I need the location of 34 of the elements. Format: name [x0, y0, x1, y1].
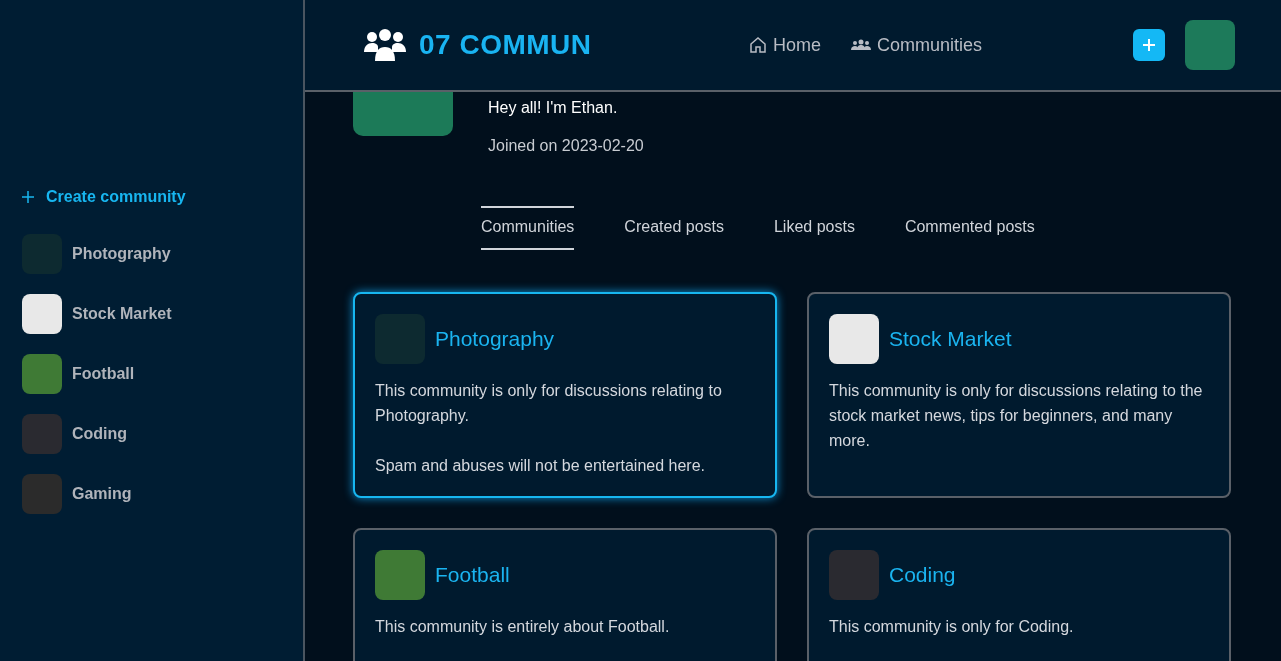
- create-community-link[interactable]: Create community: [22, 188, 303, 206]
- app-logo[interactable]: 07 COMMUN: [419, 29, 592, 61]
- community-description: This community is only for discussions relating to Photography.: [375, 381, 723, 426]
- community-card[interactable]: Photography This community is only for discussions relating to Photography. Spam and abuses will not be entertained here.: [353, 292, 777, 498]
- plus-icon: [1142, 38, 1156, 52]
- community-description: Spam and abuses will not be entertained here.: [375, 456, 706, 476]
- sidebar-item[interactable]: Coding: [22, 414, 303, 454]
- profile-bio: Hey all! I'm Ethan.: [488, 99, 619, 117]
- tab[interactable]: Commented posts: [904, 206, 1035, 250]
- joined-date: Joined on 2023-02-20: [488, 137, 644, 155]
- community-card[interactable]: Coding This community is only for Coding.: [807, 528, 1231, 661]
- community-title: Coding: [889, 563, 956, 587]
- community-card[interactable]: Football This community is entirely about Football.: [353, 528, 777, 661]
- home-icon: [749, 36, 767, 54]
- add-button[interactable]: [1133, 29, 1165, 61]
- sidebar-item[interactable]: Football: [22, 354, 303, 394]
- plus-icon: [22, 191, 34, 203]
- community-description: This community is only for discussions relating to the stock market news, tips for beginners, and many more.: [829, 381, 1204, 451]
- tab[interactable]: Communities: [481, 206, 575, 250]
- sidebar-item[interactable]: Photography: [22, 234, 303, 274]
- community-title: Football: [435, 563, 510, 587]
- community-description: This community is entirely about Football.: [375, 617, 671, 637]
- community-description: This community is only for Coding.: [829, 617, 1075, 637]
- nav-link[interactable]: Communities: [851, 34, 983, 56]
- sidebar-item[interactable]: Gaming: [22, 474, 303, 514]
- community-title: Stock Market: [889, 327, 1012, 351]
- community-title: Photography: [435, 327, 555, 351]
- tab[interactable]: Liked posts: [773, 206, 855, 250]
- community-card[interactable]: Stock Market This community is only for discussions relating to the stock market news, tips for beginners, and many more.: [807, 292, 1231, 498]
- tab[interactable]: Created posts: [624, 206, 724, 250]
- people-group-icon: [363, 28, 407, 62]
- sidebar-item[interactable]: Stock Market: [22, 294, 303, 334]
- people-icon: [851, 38, 871, 52]
- nav-link[interactable]: Home: [749, 34, 821, 56]
